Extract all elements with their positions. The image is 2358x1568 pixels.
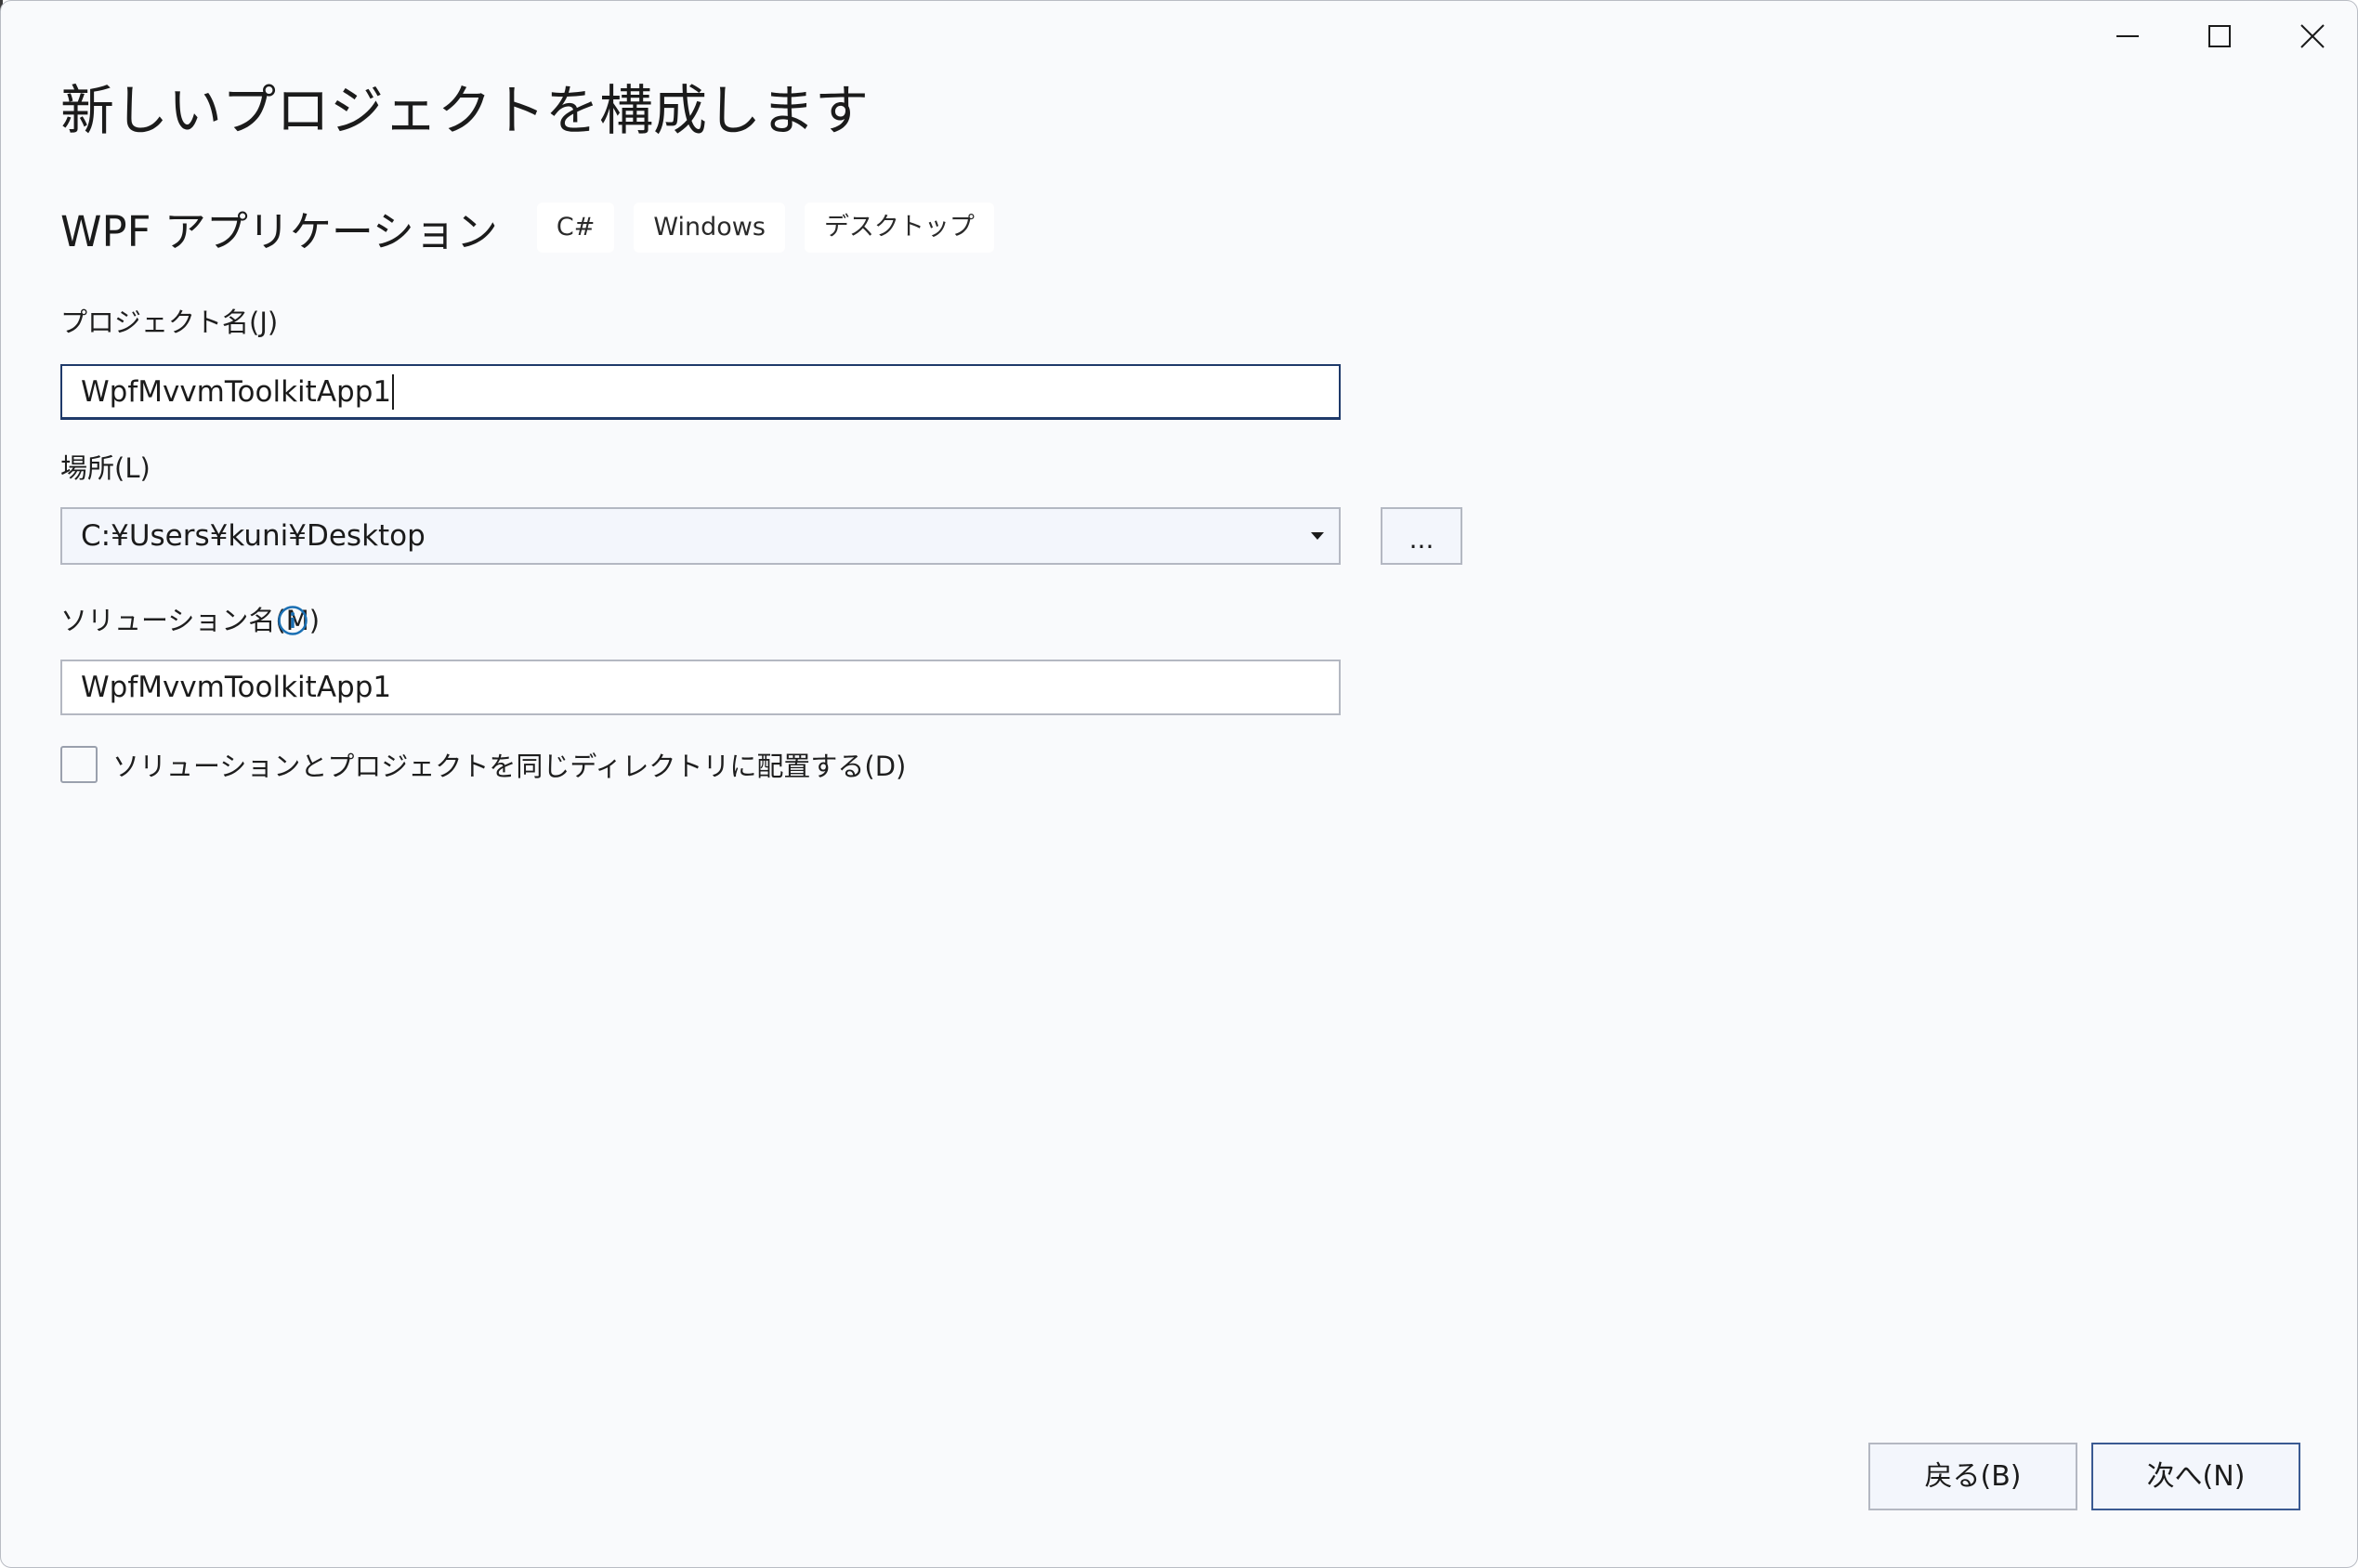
same-directory-checkbox[interactable] [60,746,98,783]
tag-platform: Windows [634,203,785,253]
solution-name-value: WpfMvvmToolkitApp1 [81,671,392,704]
configure-project-dialog: 新しいプロジェクトを構成します WPF アプリケーション C# Windows … [0,0,2358,1568]
template-name: WPF アプリケーション [60,206,498,256]
template-header: WPF アプリケーション C# Windows デスクトップ [60,198,1014,257]
next-button[interactable]: 次へ(N) [2091,1443,2300,1510]
project-name-value: WpfMvvmToolkitApp1 [81,375,392,409]
location-value: C:¥Users¥kuni¥Desktop [81,519,426,553]
close-icon [2300,24,2325,48]
maximize-button[interactable] [2173,1,2266,72]
minimize-icon [2116,35,2139,37]
location-label: 場所(L) [60,452,151,484]
location-combobox[interactable]: C:¥Users¥kuni¥Desktop [60,507,1341,565]
minimize-button[interactable] [2081,1,2174,72]
solution-name-input[interactable]: WpfMvvmToolkitApp1 [60,660,1341,715]
close-button[interactable] [2266,1,2357,72]
info-icon[interactable] [277,605,308,636]
text-caret [392,373,395,410]
page-title: 新しいプロジェクトを構成します [60,79,870,142]
tag-project-type: デスクトップ [804,203,994,253]
project-name-input[interactable]: WpfMvvmToolkitApp1 [60,364,1341,420]
maximize-icon [2208,25,2231,47]
dropdown-arrow-button[interactable] [1303,509,1331,563]
tag-language: C# [536,203,615,253]
same-directory-label[interactable]: ソリューションとプロジェクトを同じディレクトリに配置する(D) [112,748,906,785]
chevron-down-icon [1311,532,1324,540]
project-name-label: プロジェクト名(J) [60,307,279,338]
back-button[interactable]: 戻る(B) [1868,1443,2077,1510]
browse-button[interactable]: ... [1381,507,1462,565]
